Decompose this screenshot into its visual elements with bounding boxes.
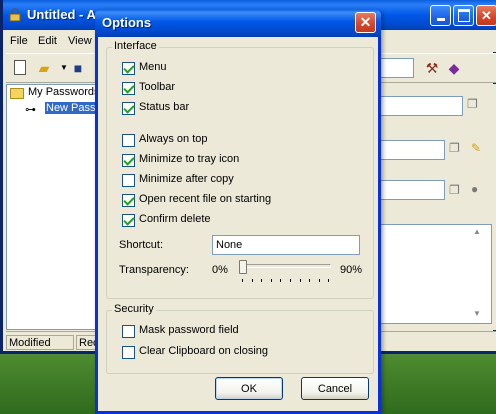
close-icon: ✕ [359,14,372,30]
shortcut-label: Shortcut: [119,239,164,251]
slider-tick [251,279,253,282]
minimize-icon [436,18,445,21]
interface-option-checkbox[interactable] [122,82,135,95]
interface-option-checkbox-label[interactable]: Open recent file on starting [139,193,271,205]
transparency-max-label: 90% [340,264,363,276]
security-group [106,310,374,374]
slider-tick [290,279,291,282]
new-file-icon[interactable] [14,60,26,75]
dialog-titlebar[interactable]: Options ✕ [95,9,381,37]
security-option-checkbox-label[interactable]: Mask password field [139,324,239,336]
slider-tick [328,279,330,282]
maximize-icon [457,9,470,22]
security-option-checkbox[interactable] [122,346,135,359]
slider-tick [270,279,272,282]
detail-field[interactable] [373,180,445,200]
open-folder-icon[interactable]: ▰ [36,60,52,76]
interface-option-checkbox-label[interactable]: Toolbar [139,81,175,93]
slider-tick [318,279,320,282]
slider-tick [299,279,301,282]
dialog-title: Options [102,15,152,30]
status-modified: Modified [6,335,74,350]
transparency-slider-track[interactable] [239,264,331,268]
app-close-button[interactable]: ✕ [476,5,496,26]
interface-option-checkbox[interactable] [122,62,135,75]
interface-option-checkbox-label[interactable]: Minimize to tray icon [139,153,239,165]
scroll-up-icon[interactable]: ▲ [473,227,481,236]
security-option-checkbox-label[interactable]: Clear Clipboard on closing [139,345,268,357]
entry-details-pane: ❐ ❐ ✎ ❐ ● ▲ ▼ [365,84,496,330]
dialog-close-button[interactable]: ✕ [355,12,376,33]
minimize-button[interactable] [430,5,451,26]
save-icon[interactable]: ■ [70,60,86,76]
interface-option-checkbox-label[interactable]: Confirm delete [139,213,211,225]
copy-icon[interactable]: ❐ [449,141,460,155]
ok-button[interactable]: OK [215,377,283,400]
pencil-icon[interactable]: ✎ [471,141,481,155]
slider-tick [261,279,263,282]
interface-option-checkbox[interactable] [122,154,135,167]
copy-icon[interactable]: ❐ [467,97,478,111]
security-option-checkbox[interactable] [122,325,135,338]
interface-option-checkbox-label[interactable]: Always on top [139,133,207,145]
tools-icon[interactable]: ⚒ [424,60,440,76]
interface-option-checkbox-label[interactable]: Menu [139,61,167,73]
padlock-icon [8,8,22,22]
interface-option-checkbox-label[interactable]: Status bar [139,101,189,113]
slider-tick [280,279,282,282]
key-icon: ⊶ [25,104,36,116]
menu-edit[interactable]: Edit [38,35,57,47]
toolbar-search-field[interactable] [380,58,414,78]
detail-field[interactable] [373,140,445,160]
folder-icon [10,88,24,99]
interface-option-checkbox[interactable] [122,194,135,207]
options-dialog: Options ✕ Interface Menu Toolbar Status ba… [95,9,381,414]
slider-tick [242,279,243,282]
transparency-slider-thumb[interactable] [239,260,247,274]
slider-tick [309,279,311,282]
app-title: Untitled - A [27,7,96,22]
password-tree[interactable]: My Passwords ⊶ New Passw [6,84,105,330]
close-icon: ✕ [481,7,492,23]
security-group-label: Security [112,303,156,315]
transparency-min-label: 0% [212,264,228,276]
interface-group-label: Interface [112,40,159,52]
globe-icon[interactable]: ● [471,182,478,196]
book-icon[interactable]: ◆ [446,60,462,76]
cancel-button[interactable]: Cancel [301,377,369,400]
maximize-button[interactable] [453,5,474,26]
detail-field[interactable] [373,96,463,116]
interface-option-checkbox-label[interactable]: Minimize after copy [139,173,234,185]
menu-file[interactable]: File [10,35,28,47]
interface-option-checkbox[interactable] [122,214,135,227]
shortcut-input[interactable]: None [212,235,360,255]
interface-option-checkbox[interactable] [122,134,135,147]
copy-icon[interactable]: ❐ [449,183,460,197]
interface-option-checkbox[interactable] [122,102,135,115]
transparency-label: Transparency: [119,264,189,276]
scroll-down-icon[interactable]: ▼ [473,309,481,318]
menu-view[interactable]: View [68,35,92,47]
tree-root-label[interactable]: My Passwords [28,86,100,98]
interface-option-checkbox[interactable] [122,174,135,187]
